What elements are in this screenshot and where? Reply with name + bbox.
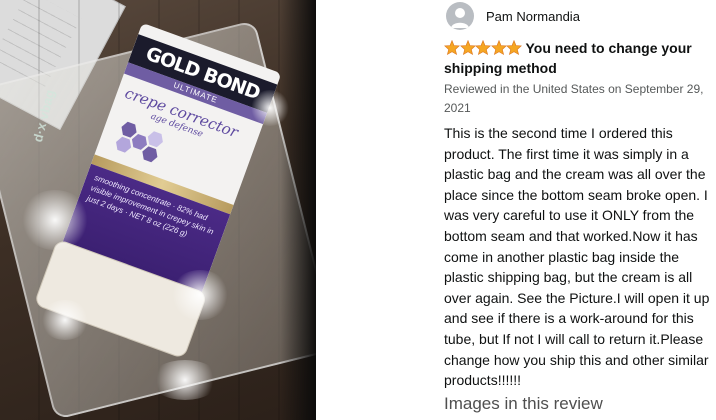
star-filled-icon	[475, 40, 491, 55]
review-photo[interactable]: d·x vbag GOLD BOND ULTIMATE crepe correc…	[0, 0, 316, 420]
star-filled-icon	[506, 40, 522, 55]
cream-smear	[40, 300, 90, 340]
images-in-review-heading: Images in this review	[444, 394, 603, 413]
review-meta: Reviewed in the United States on Septemb…	[444, 82, 704, 115]
review-pane: Pam Normandia You need to change your sh…	[316, 0, 716, 420]
reviewer-name[interactable]: Pam Normandia	[486, 9, 580, 24]
photo-edge-shadow	[280, 0, 316, 420]
star-filled-icon	[444, 40, 460, 55]
review-body: This is the second time I ordered this p…	[444, 125, 710, 389]
user-silhouette-icon	[446, 2, 474, 30]
star-rating[interactable]	[444, 40, 522, 55]
reviewer-profile[interactable]: Pam Normandia	[446, 2, 580, 30]
review-title-row: You need to change your shipping method	[444, 38, 712, 78]
cream-smear	[170, 270, 230, 320]
cream-smear	[150, 360, 220, 400]
cream-smear	[20, 190, 90, 250]
star-filled-icon	[459, 40, 476, 55]
star-filled-icon	[490, 40, 507, 55]
